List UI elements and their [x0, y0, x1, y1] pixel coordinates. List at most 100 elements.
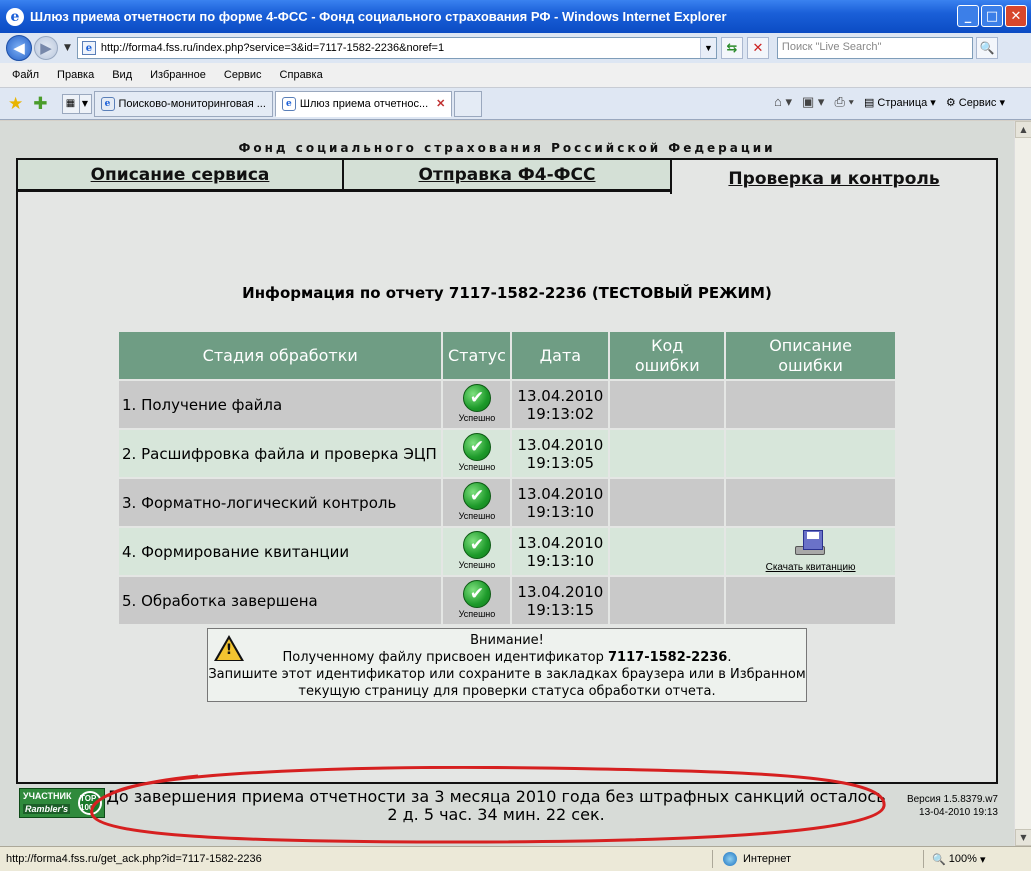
browser-tab-bar: ★ ✚ ▦ ▼ e Поисково-мониторинговая ... e …: [0, 88, 1031, 120]
menu-view[interactable]: Вид: [112, 69, 132, 81]
check-icon: ✔: [462, 384, 491, 412]
report-heading: Информация по отчету 7117-1582-2236 (ТЕС…: [242, 284, 772, 302]
table-row: 4. Формирование квитанции ✔ Успешно 13.04…: [116, 526, 897, 577]
top100-icon: TOP 100: [78, 791, 102, 815]
header-error-code: Код ошибки: [608, 330, 727, 381]
table-row: 1. Получение файла ✔ Успешно 13.04.2010 19…: [116, 379, 897, 430]
tab-page-icon: e: [100, 96, 115, 111]
forward-button[interactable]: ▶: [34, 36, 58, 60]
date-cell: 13.04.2010 19:13:10: [510, 477, 611, 528]
menu-help[interactable]: Справка: [280, 69, 323, 81]
window-titlebar: e Шлюз приема отчетности по форме 4-ФСС …: [0, 0, 1031, 33]
header-stage: Стадия обработки: [116, 330, 444, 381]
browser-tab-monitoring[interactable]: e Поисково-мониторинговая ...: [93, 90, 273, 117]
menu-bar: Файл Правка Вид Избранное Сервис Справка: [0, 63, 1031, 88]
rambler-top100-badge[interactable]: УЧАСТНИК Rambler's TOP 100: [19, 788, 105, 818]
save-disk-icon[interactable]: [794, 529, 827, 556]
home-icon[interactable]: ⌂ ▾: [774, 94, 792, 110]
status-url: http://forma4.fss.ru/get_ack.php?id=7117…: [6, 853, 262, 865]
tab-label: Поисково-мониторинговая ...: [118, 97, 266, 110]
report-id: 7117-1582-2236: [608, 649, 728, 665]
print-icon[interactable]: ⎙ ▾: [834, 94, 853, 110]
zoom-control[interactable]: 🔍 100% ▾: [924, 853, 985, 866]
back-button[interactable]: ◀: [6, 35, 32, 61]
table-row: 3. Форматно-логический контроль ✔ Успешно…: [116, 477, 897, 528]
vertical-scrollbar[interactable]: ▲ ▼: [1014, 121, 1031, 846]
stage-cell: 4. Формирование квитанции: [116, 526, 444, 577]
stage-cell: 5. Обработка завершена: [116, 575, 444, 626]
menu-tools[interactable]: Сервис: [224, 69, 262, 81]
notice-line2: Запишите этот идентификатор или сохранит…: [208, 666, 806, 682]
window-title: Шлюз приема отчетности по форме 4-ФСС - …: [30, 9, 727, 24]
page-icon: e: [81, 41, 96, 55]
error-desc-cell: [724, 379, 897, 430]
tab-service-description[interactable]: Описание сервиса: [16, 158, 344, 191]
footer: УЧАСТНИК Rambler's TOP 100 До завершения…: [16, 766, 998, 844]
stage-cell: 3. Форматно-логический контроль: [116, 477, 444, 528]
address-url[interactable]: http://forma4.fss.ru/index.php?service=3…: [101, 42, 444, 54]
scroll-up-icon[interactable]: ▲: [1015, 121, 1031, 138]
warning-icon: !: [214, 635, 244, 661]
quick-tabs-icon[interactable]: ▦: [61, 93, 80, 114]
tab-close-icon[interactable]: ✕: [436, 97, 445, 110]
error-desc-cell: [724, 477, 897, 528]
status-cell: ✔ Успешно: [441, 428, 513, 479]
check-icon: ✔: [462, 580, 491, 608]
status-cell: ✔ Успешно: [441, 526, 513, 577]
stop-button[interactable]: ✕: [746, 37, 769, 59]
history-dropdown-icon[interactable]: ▼: [64, 43, 71, 53]
check-icon: ✔: [462, 482, 491, 510]
stage-cell: 2. Расшифровка файла и проверка ЭЦП: [116, 428, 444, 479]
error-code-cell: [608, 526, 727, 577]
status-cell: ✔ Успешно: [441, 477, 513, 528]
add-favorite-icon[interactable]: ✚: [33, 94, 47, 114]
date-cell: 13.04.2010 19:13:10: [510, 526, 611, 577]
globe-icon: [723, 852, 737, 866]
address-toolbar: ◀ ▶ ▼ e http://forma4.fss.ru/index.php?s…: [0, 33, 1031, 63]
error-code-cell: [608, 379, 727, 430]
scroll-down-icon[interactable]: ▼: [1015, 829, 1031, 846]
tab-send-f4[interactable]: Отправка Ф4-ФСС: [342, 158, 672, 191]
address-bar[interactable]: e http://forma4.fss.ru/index.php?service…: [76, 37, 717, 59]
menu-favorites[interactable]: Избранное: [150, 69, 206, 81]
report-status-table: Стадия обработки Статус Дата Код ошибки …: [116, 330, 897, 626]
ie-logo-icon: e: [6, 7, 24, 26]
status-cell: ✔ Успешно: [441, 575, 513, 626]
new-tab-button[interactable]: [454, 90, 483, 117]
error-code-cell: [608, 575, 727, 626]
error-desc-cell: [724, 575, 897, 626]
tab-check-control[interactable]: Проверка и контроль: [670, 158, 998, 194]
header-date: Дата: [510, 330, 611, 381]
download-receipt-link[interactable]: Скачать квитанцию: [766, 562, 856, 573]
tools-menu-button[interactable]: ⚙ Сервис ▾: [946, 96, 1005, 109]
error-code-cell: [608, 477, 727, 528]
site-tabs: Описание сервиса Отправка Ф4-ФСС Проверк…: [16, 158, 998, 194]
chevron-down-icon[interactable]: ▼: [699, 38, 716, 58]
header-status: Статус: [441, 330, 513, 381]
refresh-button[interactable]: ⇆: [720, 37, 743, 59]
status-cell: ✔ Успешно: [441, 379, 513, 430]
notice-line3: текущую страницу для проверки статуса об…: [298, 683, 716, 699]
menu-edit[interactable]: Правка: [57, 69, 94, 81]
rss-feed-icon[interactable]: ▣ ▾: [802, 94, 824, 110]
page-menu-button[interactable]: ▤ Страница ▾: [864, 96, 936, 109]
page-content: Фонд социального страхования Российской …: [0, 121, 1031, 846]
notice-title: Внимание!: [470, 633, 544, 648]
error-desc-cell: Скачать квитанцию: [724, 526, 897, 577]
browser-tab-gateway[interactable]: e Шлюз приема отчетнос... ✕: [274, 90, 453, 117]
tab-label: Шлюз приема отчетнос...: [299, 97, 429, 110]
notice-line1: Полученному файлу присвоен идентификатор…: [282, 649, 732, 665]
search-input[interactable]: Поиск "Live Search": [776, 37, 973, 59]
search-icon[interactable]: 🔍: [975, 37, 998, 59]
minimize-button[interactable]: _: [957, 5, 979, 27]
close-button[interactable]: ✕: [1005, 5, 1027, 27]
status-bar: http://forma4.fss.ru/get_ack.php?id=7117…: [0, 846, 1031, 871]
table-row: 5. Обработка завершена ✔ Успешно 13.04.20…: [116, 575, 897, 626]
version-info: Версия 1.5.8379.w7 13-04-2010 19:13: [906, 794, 998, 818]
menu-file[interactable]: Файл: [12, 69, 39, 81]
table-row: 2. Расшифровка файла и проверка ЭЦП ✔ Усп…: [116, 428, 897, 479]
tab-list-dropdown-icon[interactable]: ▼: [79, 93, 92, 114]
favorites-star-icon[interactable]: ★: [8, 94, 23, 114]
org-title: Фонд социального страхования Российской …: [238, 141, 776, 155]
maximize-button[interactable]: □: [981, 5, 1003, 27]
